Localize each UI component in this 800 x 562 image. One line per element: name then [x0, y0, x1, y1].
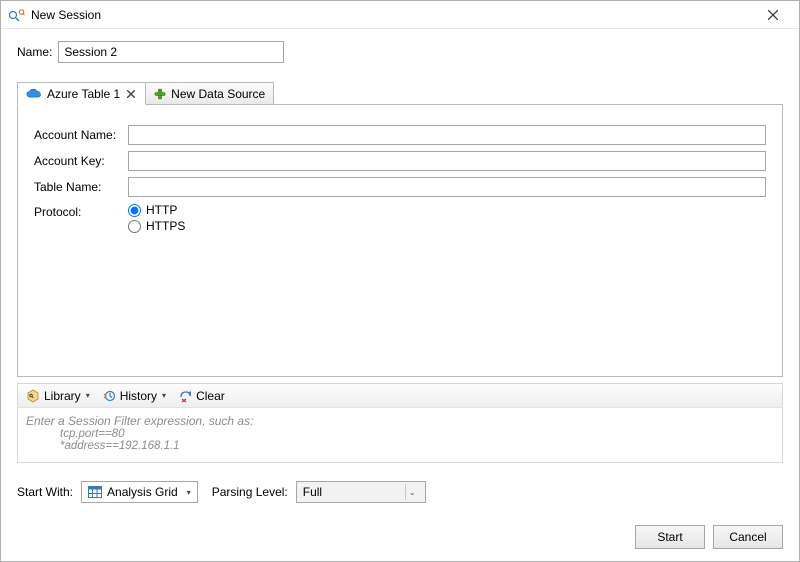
- parsing-level-label: Parsing Level:: [212, 485, 288, 499]
- library-label: Library: [44, 389, 81, 403]
- new-tab-label: New Data Source: [171, 87, 265, 101]
- history-label: History: [120, 389, 157, 403]
- tab-label: Azure Table 1: [47, 87, 120, 101]
- protocol-http-radio[interactable]: [128, 204, 141, 217]
- filter-placeholder-line2: tcp.port==80: [26, 428, 774, 440]
- clear-button[interactable]: Clear: [178, 389, 225, 403]
- account-name-input[interactable]: [128, 125, 766, 145]
- cloud-icon: [26, 88, 42, 100]
- history-button[interactable]: History ▾: [102, 389, 166, 403]
- new-data-source-tab[interactable]: New Data Source: [146, 82, 274, 105]
- chevron-down-icon: ▾: [86, 391, 90, 400]
- start-with-label: Start With:: [17, 485, 73, 499]
- filter-placeholder-line3: *address==192.168.1.1: [26, 440, 774, 452]
- tab-close-button[interactable]: [125, 90, 137, 98]
- account-key-label: Account Key:: [34, 154, 124, 168]
- account-key-input[interactable]: [128, 151, 766, 171]
- protocol-http-label: HTTP: [146, 203, 177, 217]
- name-row: Name:: [17, 41, 783, 63]
- dialog-button-bar: Start Cancel: [1, 515, 799, 561]
- clear-icon: [178, 389, 192, 403]
- grid-icon: [88, 486, 102, 498]
- protocol-radio-group: HTTP HTTPS: [128, 203, 766, 233]
- data-source-tabs: Azure Table 1 Ne: [17, 81, 783, 105]
- close-icon: [768, 10, 778, 20]
- clear-label: Clear: [196, 389, 225, 403]
- protocol-label: Protocol:: [34, 203, 124, 219]
- history-icon: [102, 389, 116, 403]
- filter-toolbar: Library ▾ History ▾: [18, 384, 782, 408]
- new-session-dialog: New Session Name:: [0, 0, 800, 562]
- add-icon: [154, 88, 166, 100]
- chevron-down-icon: ▾: [162, 391, 166, 400]
- account-name-label: Account Name:: [34, 128, 124, 142]
- chevron-down-icon: ▾: [187, 488, 191, 497]
- filter-placeholder-line1: Enter a Session Filter expression, such …: [26, 414, 774, 428]
- chevron-down-icon: ⌄: [405, 484, 419, 500]
- library-button[interactable]: Library ▾: [26, 389, 90, 403]
- session-name-input[interactable]: [58, 41, 284, 63]
- protocol-https-option[interactable]: HTTPS: [128, 219, 766, 233]
- window-title: New Session: [31, 8, 101, 22]
- tab-panel: Account Name: Account Key: Table Name: P…: [17, 104, 783, 377]
- start-with-dropdown[interactable]: Analysis Grid ▾: [81, 481, 198, 503]
- session-filter-section: Library ▾ History ▾: [17, 383, 783, 463]
- tab-azure-table-1[interactable]: Azure Table 1: [17, 82, 146, 105]
- close-icon: [127, 90, 135, 98]
- start-with-value: Analysis Grid: [107, 485, 178, 499]
- titlebar: New Session: [1, 1, 799, 29]
- cancel-button[interactable]: Cancel: [713, 525, 783, 549]
- library-icon: [26, 389, 40, 403]
- start-button[interactable]: Start: [635, 525, 705, 549]
- parsing-level-dropdown[interactable]: Full ⌄: [296, 481, 426, 503]
- parsing-level-value: Full: [303, 485, 322, 499]
- table-name-input[interactable]: [128, 177, 766, 197]
- window-icon: [9, 8, 25, 22]
- filter-expression-input[interactable]: Enter a Session Filter expression, such …: [18, 408, 782, 462]
- protocol-https-label: HTTPS: [146, 219, 185, 233]
- window-close-button[interactable]: [753, 4, 793, 26]
- table-name-label: Table Name:: [34, 180, 124, 194]
- protocol-http-option[interactable]: HTTP: [128, 203, 766, 217]
- protocol-https-radio[interactable]: [128, 220, 141, 233]
- name-label: Name:: [17, 45, 52, 59]
